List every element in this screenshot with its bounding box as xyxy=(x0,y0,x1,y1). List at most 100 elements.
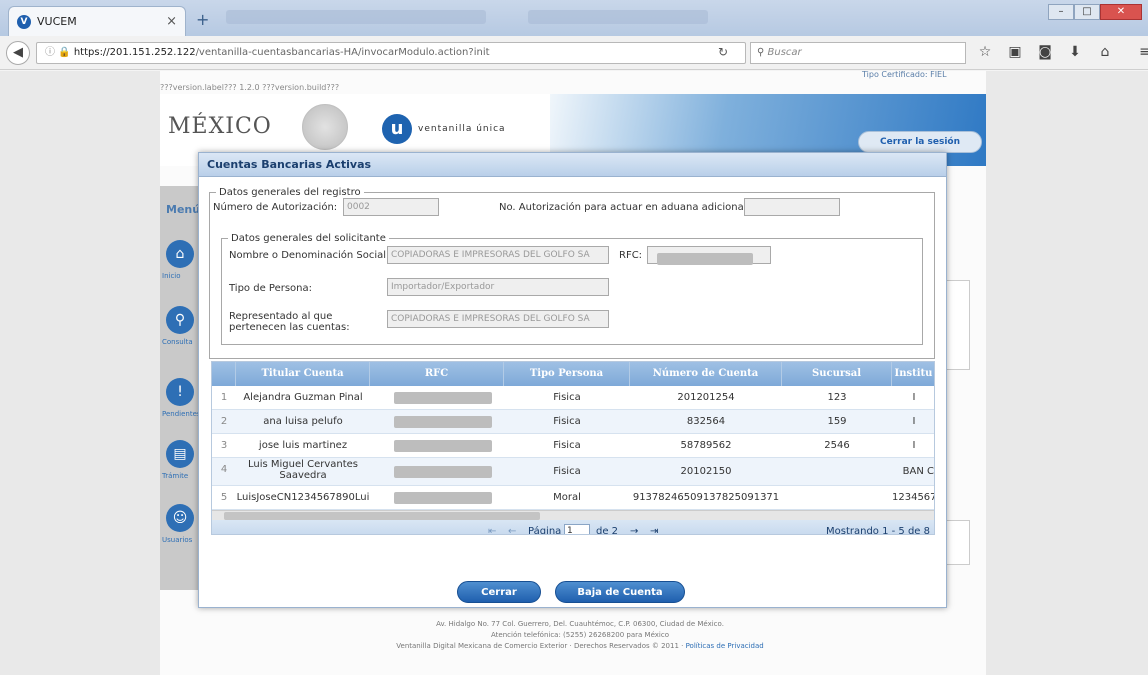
row-number: 1 xyxy=(220,392,228,403)
page-input[interactable]: 1 xyxy=(564,524,590,534)
baja-cuenta-button[interactable]: Baja de Cuenta xyxy=(555,581,685,603)
sucursal-cell: 123 xyxy=(827,392,847,403)
new-tab-icon[interactable]: + xyxy=(196,10,209,29)
tramite-icon[interactable]: ▤ xyxy=(166,440,194,468)
reload-icon[interactable]: ↻ xyxy=(718,45,728,59)
table-row[interactable]: 1 Alejandra Guzman Pinal Fisica 20120125… xyxy=(212,386,934,410)
back-arrow-icon[interactable]: ◀ xyxy=(6,41,30,65)
representado-field[interactable]: COPIADORAS E IMPRESORAS DEL GOLFO SA xyxy=(387,310,609,328)
table-row[interactable]: 4 Luis Miguel Cervantes Saavedra Fisica … xyxy=(212,458,934,486)
url-host: https://201.151.252.122 xyxy=(73,47,196,58)
sidebar-item-label: Consulta xyxy=(162,338,193,346)
sidebar-item-label: Inicio xyxy=(162,272,181,280)
redacted-rfc xyxy=(657,253,753,265)
nombre-field[interactable]: COPIADORAS E IMPRESORAS DEL GOLFO SA xyxy=(387,246,609,264)
mexico-logo: MÉXICO xyxy=(168,114,272,139)
sucursal-cell: 2546 xyxy=(824,440,850,451)
numero-cuenta-cell: 832564 xyxy=(686,416,726,427)
users-icon[interactable]: ☺ xyxy=(166,504,194,532)
accounts-grid: Titular Cuenta RFC Tipo Persona Número d… xyxy=(211,361,935,535)
institucion-cell: BAN C xyxy=(902,466,934,477)
home-icon[interactable]: ⌂ xyxy=(166,240,194,268)
background-panel xyxy=(946,280,970,370)
redacted-rfc xyxy=(394,492,492,504)
version-label: ???version.label??? 1.2.0 ???version.bui… xyxy=(160,83,340,92)
footer-phone: Atención telefónica: (5255) 26268200 par… xyxy=(491,631,669,639)
blurred-tab xyxy=(528,10,708,24)
page-of-label: de 2 xyxy=(596,526,619,535)
numero-cuenta-cell: 58789562 xyxy=(680,440,732,451)
bank-accounts-dialog: Cuentas Bancarias Activas Datos generale… xyxy=(198,152,947,608)
pocket-icon[interactable]: ◙ xyxy=(1038,44,1052,60)
numero-cuenta-cell: 201201254 xyxy=(677,392,735,403)
rfc-label: RFC: xyxy=(619,250,643,261)
grid-header: Titular Cuenta RFC Tipo Persona Número d… xyxy=(212,362,934,386)
lock-icon: 🔒 xyxy=(58,47,71,58)
column-header[interactable]: Número de Cuenta xyxy=(630,362,782,386)
logout-button[interactable]: Cerrar la sesión xyxy=(858,131,982,153)
search-icon[interactable]: ⚲ xyxy=(166,306,194,334)
column-header[interactable]: Tipo Persona xyxy=(504,362,630,386)
blurred-tab xyxy=(226,10,486,24)
no-autorizacion-field[interactable] xyxy=(744,198,840,216)
search-input[interactable]: ⚲ Buscar xyxy=(750,42,966,64)
table-row[interactable]: 5 LuisJoseCN1234567890Lui Moral 91378246… xyxy=(212,486,935,510)
page-label: Página xyxy=(528,526,562,535)
reading-list-icon[interactable]: ▣ xyxy=(1008,44,1022,60)
home-icon[interactable]: ⌂ xyxy=(1098,44,1112,60)
redacted-rfc xyxy=(394,392,492,404)
numero-cuenta-cell: 91378246509137825091371 xyxy=(632,492,780,503)
close-tab-icon[interactable]: × xyxy=(166,14,177,29)
scrollbar-thumb[interactable] xyxy=(224,512,540,520)
column-header[interactable]: Institu xyxy=(892,362,934,386)
column-header[interactable]: RFC xyxy=(370,362,504,386)
vucem-icon: V xyxy=(17,14,31,29)
institucion-cell: I xyxy=(912,440,916,451)
row-number: 3 xyxy=(220,440,228,451)
titular-cell: Alejandra Guzman Pinal xyxy=(243,392,363,403)
table-row[interactable]: 3 jose luis martinez Fisica 58789562 254… xyxy=(212,434,934,458)
menu-icon[interactable]: ≡ xyxy=(1138,44,1148,60)
close-window-icon[interactable]: ✕ xyxy=(1100,4,1142,20)
nombre-label: Nombre o Denominación Social: xyxy=(229,250,390,261)
browser-titlebar: V VUCEM × + – □ ✕ xyxy=(0,0,1148,36)
download-icon[interactable]: ⬇ xyxy=(1068,44,1082,60)
table-row[interactable]: 2 ana luisa pelufo Fisica 832564 159 I xyxy=(212,410,934,434)
row-number: 5 xyxy=(220,492,228,503)
prev-page-icon[interactable]: ← xyxy=(508,526,516,534)
first-page-icon[interactable]: ⇤ xyxy=(488,526,496,534)
window-controls: – □ ✕ xyxy=(1048,4,1142,20)
seal-icon xyxy=(302,104,348,150)
column-header[interactable]: Sucursal xyxy=(782,362,892,386)
search-placeholder: Buscar xyxy=(767,47,802,58)
redacted-rfc xyxy=(394,440,492,452)
bookmark-star-icon[interactable]: ☆ xyxy=(978,44,992,60)
cerrar-button[interactable]: Cerrar xyxy=(457,581,541,603)
no-autorizacion-label: No. Autorización para actuar en aduana a… xyxy=(499,202,750,213)
browser-tab[interactable]: V VUCEM × xyxy=(8,6,186,36)
ventanilla-logo-icon: u xyxy=(382,114,412,144)
titular-cell: Luis Miguel Cervantes Saavedra xyxy=(247,459,358,481)
sidebar-item-label: Usuarios xyxy=(162,536,193,544)
row-number-header xyxy=(212,362,236,386)
row-number: 4 xyxy=(220,464,228,475)
browser-navbar: ◀ ⓘ 🔒 https://201.151.252.122/ventanilla… xyxy=(0,36,1148,70)
horizontal-scrollbar[interactable] xyxy=(212,510,934,520)
tipo-persona-field[interactable]: Importador/Exportador xyxy=(387,278,609,296)
last-page-icon[interactable]: ⇥ xyxy=(650,526,658,534)
sidebar-item-label: Trámite xyxy=(162,472,189,480)
column-header[interactable]: Titular Cuenta xyxy=(236,362,370,386)
pending-icon[interactable]: ! xyxy=(166,378,194,406)
solicitante-legend: Datos generales del solicitante xyxy=(231,233,386,244)
minimize-icon[interactable]: – xyxy=(1048,4,1074,20)
footer-copyright: Ventanilla Digital Mexicana de Comercio … xyxy=(396,642,764,650)
privacy-link[interactable]: Políticas de Privacidad xyxy=(686,642,764,650)
maximize-icon[interactable]: □ xyxy=(1074,4,1100,20)
next-page-icon[interactable]: → xyxy=(630,526,638,534)
url-bar[interactable]: ⓘ 🔒 https://201.151.252.122/ventanilla-c… xyxy=(36,42,746,64)
institucion-cell: I xyxy=(912,392,916,403)
num-autorizacion-field[interactable]: 0002 xyxy=(343,198,439,216)
background-panel xyxy=(946,520,970,565)
records-count: Mostrando 1 - 5 de 8 xyxy=(825,526,930,535)
institucion-cell: 1234567 xyxy=(892,492,935,503)
